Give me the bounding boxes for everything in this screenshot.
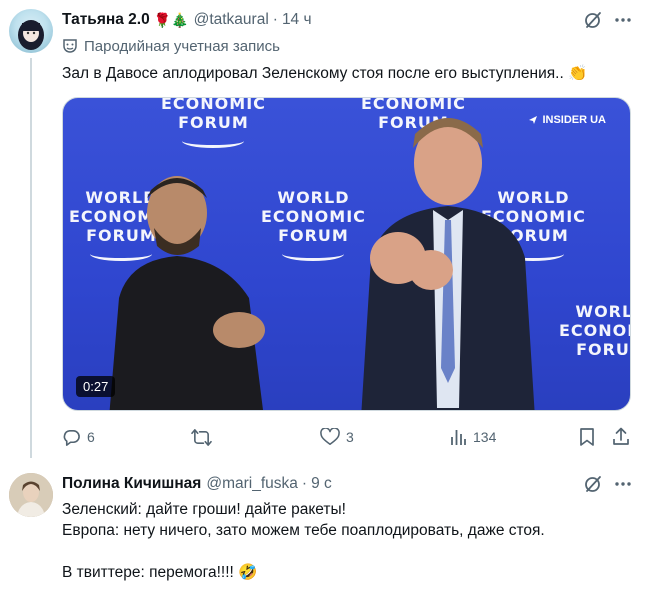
avatar[interactable]	[9, 473, 53, 517]
reply-count: 6	[87, 429, 95, 445]
retweet-button[interactable]	[191, 425, 218, 449]
tweet-header: Татьяна 2.0 🌹🎄 @tatkaural · 14 ч	[62, 9, 312, 31]
send-arrow-icon	[529, 116, 538, 124]
author-name-emojis: 🌹🎄	[153, 11, 189, 28]
bookmark-icon	[580, 428, 594, 446]
wef-backdrop-logo: ECONOMIC FORUM	[161, 98, 266, 148]
wef-backdrop-logo: WORLDECONOMICFORUM	[559, 302, 630, 359]
thread-connector-line	[30, 58, 32, 458]
heart-icon	[320, 428, 340, 445]
reply-timestamp[interactable]: 9 с	[311, 475, 332, 493]
grok-icon[interactable]	[583, 474, 603, 494]
tweet-action-bar: 6 3 134	[62, 425, 634, 449]
views-button[interactable]: 134	[449, 425, 496, 449]
reply-author-name[interactable]: Полина Кичишная	[62, 475, 201, 493]
reply-author-handle[interactable]: @mari_fuska	[206, 475, 298, 493]
reply-text: Зеленский: дайте гроши! дайте ракеты! Ев…	[62, 501, 545, 581]
author-handle[interactable]: @tatkaural	[194, 11, 269, 29]
header-separator: ·	[272, 11, 278, 28]
views-chart-icon	[451, 430, 466, 445]
like-count: 3	[346, 429, 354, 445]
like-button[interactable]: 3	[320, 425, 354, 449]
tweet-timestamp[interactable]: 14 ч	[282, 11, 312, 29]
video-figure-right	[361, 118, 535, 410]
share-icon	[613, 427, 629, 445]
more-options-icon[interactable]	[613, 474, 633, 494]
share-button[interactable]	[612, 425, 630, 449]
views-count: 134	[473, 429, 497, 445]
video-player[interactable]: ECONOMIC FORUM ECONOMIC FORUM WORLD ECONOMI…	[62, 97, 631, 411]
reply-button[interactable]: 6	[62, 425, 95, 449]
tweet-text: Зал в Давосе аплодировал Зеленскому стоя…	[62, 65, 588, 82]
theater-mask-icon	[62, 38, 78, 54]
grok-icon[interactable]	[583, 10, 603, 30]
retweet-icon	[191, 428, 212, 446]
more-options-icon[interactable]	[613, 10, 633, 30]
parody-label-text: Пародийная учетная запись	[84, 37, 280, 55]
wef-backdrop-logo: WORLDECONOMICFORUM	[261, 188, 366, 261]
video-figure-left	[109, 176, 265, 410]
bookmark-button[interactable]	[578, 425, 596, 449]
video-watermark: INSIDER UA	[528, 114, 606, 126]
video-duration-badge: 0:27	[76, 376, 116, 397]
reply-header-actions	[583, 474, 633, 494]
avatar[interactable]	[9, 9, 53, 53]
reply-icon	[63, 429, 80, 446]
tweet-header-actions	[583, 10, 633, 30]
reply-header: Полина Кичишная @mari_fuska · 9 с	[62, 473, 332, 495]
header-separator: ·	[301, 475, 308, 492]
author-name[interactable]: Татьяна 2.0	[62, 11, 150, 29]
parody-account-label: Пародийная учетная запись	[62, 36, 280, 56]
